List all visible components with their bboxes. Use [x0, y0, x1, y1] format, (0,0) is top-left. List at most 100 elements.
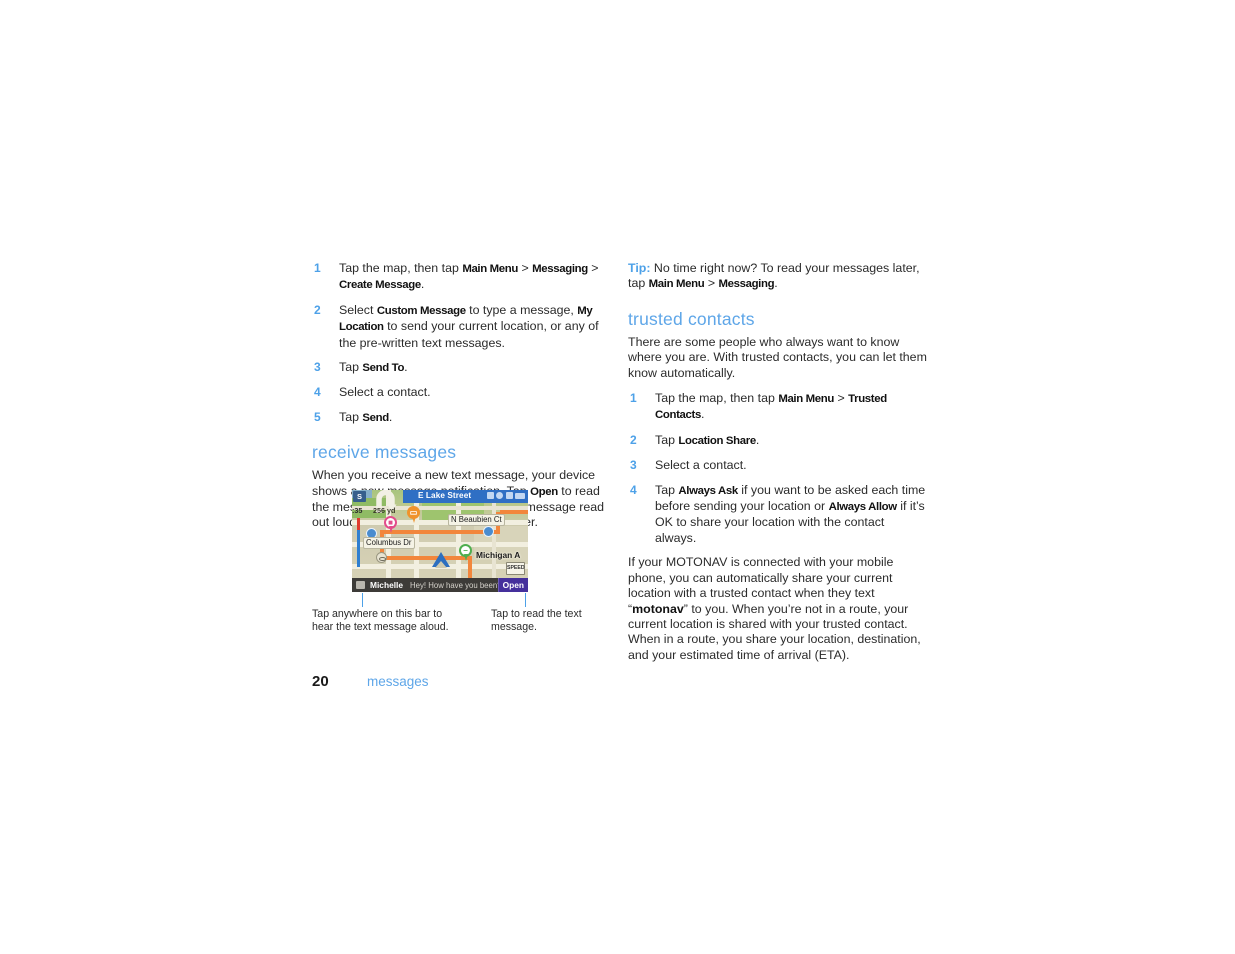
list-item-text: Select a contact. — [655, 458, 747, 472]
list-item-number: 5 — [314, 409, 321, 424]
map-camera-icon — [376, 552, 387, 563]
list-item: 1 Tap the map, then tap Main Menu > Messa… — [312, 261, 612, 294]
text-run: > — [587, 261, 599, 275]
footer-section-label: messages — [367, 674, 429, 689]
text-run: . — [700, 407, 705, 422]
text-run: . — [774, 276, 778, 291]
ui-term: Open — [530, 485, 558, 498]
traffic-gauge-red — [357, 518, 360, 530]
list-item-text: Tap the map, then tap Main Menu > Messag… — [339, 261, 599, 291]
map-transit-icon — [483, 526, 494, 537]
list-item-number: 1 — [630, 391, 637, 406]
volume-icon[interactable] — [486, 492, 494, 499]
list-item: 3 Select a contact. — [628, 458, 928, 473]
ui-term: Always Ask — [678, 484, 738, 497]
ui-term: Custom Message — [376, 304, 466, 317]
text-run: Tap the map, then tap — [655, 391, 779, 406]
ui-term: Messaging — [532, 263, 588, 275]
list-item-text: Tap Location Share. — [655, 433, 759, 447]
map-route-segment — [380, 530, 500, 534]
list-item: 4 Select a contact. — [312, 385, 612, 400]
list-item-text: Tap Send. — [339, 410, 392, 424]
turn-distance-label: 256 yd — [373, 506, 396, 515]
eta-label: :35 — [352, 506, 363, 515]
page-number: 20 — [312, 673, 329, 690]
heading-trusted-contacts: trusted contacts — [628, 308, 755, 329]
text-run: > — [518, 261, 533, 275]
text-run: to type a message, — [465, 302, 578, 317]
text-run: > — [834, 391, 849, 406]
poi-pin-parking[interactable]: − — [459, 544, 472, 561]
open-message-button[interactable]: Open — [497, 578, 528, 592]
heading-receive-messages: receive messages — [312, 442, 457, 463]
text-run: Tap — [655, 482, 679, 497]
callout-leader-left — [362, 593, 363, 607]
poi-pin-restaurant[interactable]: ▭ — [407, 506, 420, 523]
message-sender-name: Michelle — [370, 580, 404, 590]
list-item-number: 2 — [314, 302, 321, 317]
text-run: . — [755, 432, 760, 447]
list-item-number: 2 — [630, 432, 637, 447]
ui-term: Always Allow — [828, 501, 898, 514]
list-item: 1 Tap the map, then tap Main Menu > Trust… — [628, 391, 928, 424]
text-run: . — [404, 360, 408, 375]
device-screenshot-figure: ▭ ■ − N Beaubien Ct Columbus Dr Michigan… — [352, 490, 528, 592]
text-run: Tap the map, then tap — [339, 261, 463, 275]
text-run: Select — [339, 302, 377, 317]
list-item-text: Select Custom Message to type a message,… — [339, 303, 599, 350]
trusted-contacts-closing: If your MOTONAV is connected with your m… — [628, 555, 928, 663]
ui-term: Send To — [362, 362, 405, 375]
emphasis-term: motonav — [632, 601, 684, 616]
text-run: Tap — [339, 409, 363, 424]
map-road — [414, 490, 419, 582]
mute-icon[interactable] — [496, 492, 503, 499]
bluetooth-icon[interactable] — [505, 492, 513, 499]
map-street-label: N Beaubien Ct — [448, 514, 505, 526]
text-run: > — [704, 276, 719, 291]
ui-term: Main Menu — [462, 263, 519, 275]
list-item-text: Tap the map, then tap Main Menu > Truste… — [655, 391, 887, 421]
speed-limit-sign: SPEED — [506, 562, 525, 575]
ui-term: Messaging — [718, 278, 775, 291]
map-road — [492, 490, 496, 582]
battery-icon — [515, 492, 525, 499]
list-item: 3 Tap Send To. — [312, 360, 612, 376]
create-message-steps: 1 Tap the map, then tap Main Menu > Messa… — [312, 261, 612, 426]
list-item: 5 Tap Send. — [312, 410, 612, 426]
list-item: 2 Tap Location Share. — [628, 433, 928, 449]
ui-term: Main Menu — [778, 393, 835, 406]
satellite-signal-badge[interactable]: S — [353, 491, 366, 502]
list-item-number: 1 — [314, 261, 321, 275]
list-item: 4 Tap Always Ask if you want to be asked … — [628, 483, 928, 547]
contact-avatar — [356, 581, 365, 589]
list-item-number: 4 — [630, 482, 637, 497]
list-item-text: Tap Send To. — [339, 360, 408, 374]
poi-pin-shopping[interactable]: ■ — [384, 516, 397, 533]
text-run: Tap — [655, 432, 679, 447]
list-item-number: 3 — [630, 458, 637, 473]
map-road — [456, 490, 461, 582]
list-item-number: 3 — [314, 360, 321, 375]
current-street-bar[interactable]: E Lake Street — [403, 490, 528, 503]
manual-page: 1 Tap the map, then tap Main Menu > Messa… — [0, 0, 1235, 954]
current-street-name: E Lake Street — [418, 491, 472, 500]
text-run: Tap — [339, 360, 363, 375]
list-item-number: 4 — [314, 385, 321, 400]
tip-paragraph: Tip: No time right now? To read your mes… — [628, 261, 928, 293]
right-column: Tip: No time right now? To read your mes… — [628, 261, 928, 673]
incoming-message-bar[interactable]: Michelle Hey! How have you been? Open — [352, 578, 528, 592]
text-run: Select a contact. — [339, 385, 431, 400]
ui-term: Location Share — [678, 434, 756, 447]
list-item-text: Select a contact. — [339, 385, 431, 399]
vehicle-position-marker — [432, 552, 450, 568]
map-route-segment — [500, 510, 528, 514]
tip-label: Tip: — [628, 261, 651, 275]
ui-term: Main Menu — [648, 278, 705, 291]
ui-term: Create Message — [339, 279, 421, 292]
trusted-contacts-intro: There are some people who always want to… — [628, 334, 927, 380]
ui-term: Send — [362, 411, 389, 424]
traffic-gauge-blue — [357, 530, 360, 567]
callout-leader-right — [525, 593, 526, 607]
figure-caption-right: Tap to read the text message. — [491, 608, 582, 634]
figure-caption-left: Tap anywhere on this bar to hear the tex… — [312, 608, 449, 634]
